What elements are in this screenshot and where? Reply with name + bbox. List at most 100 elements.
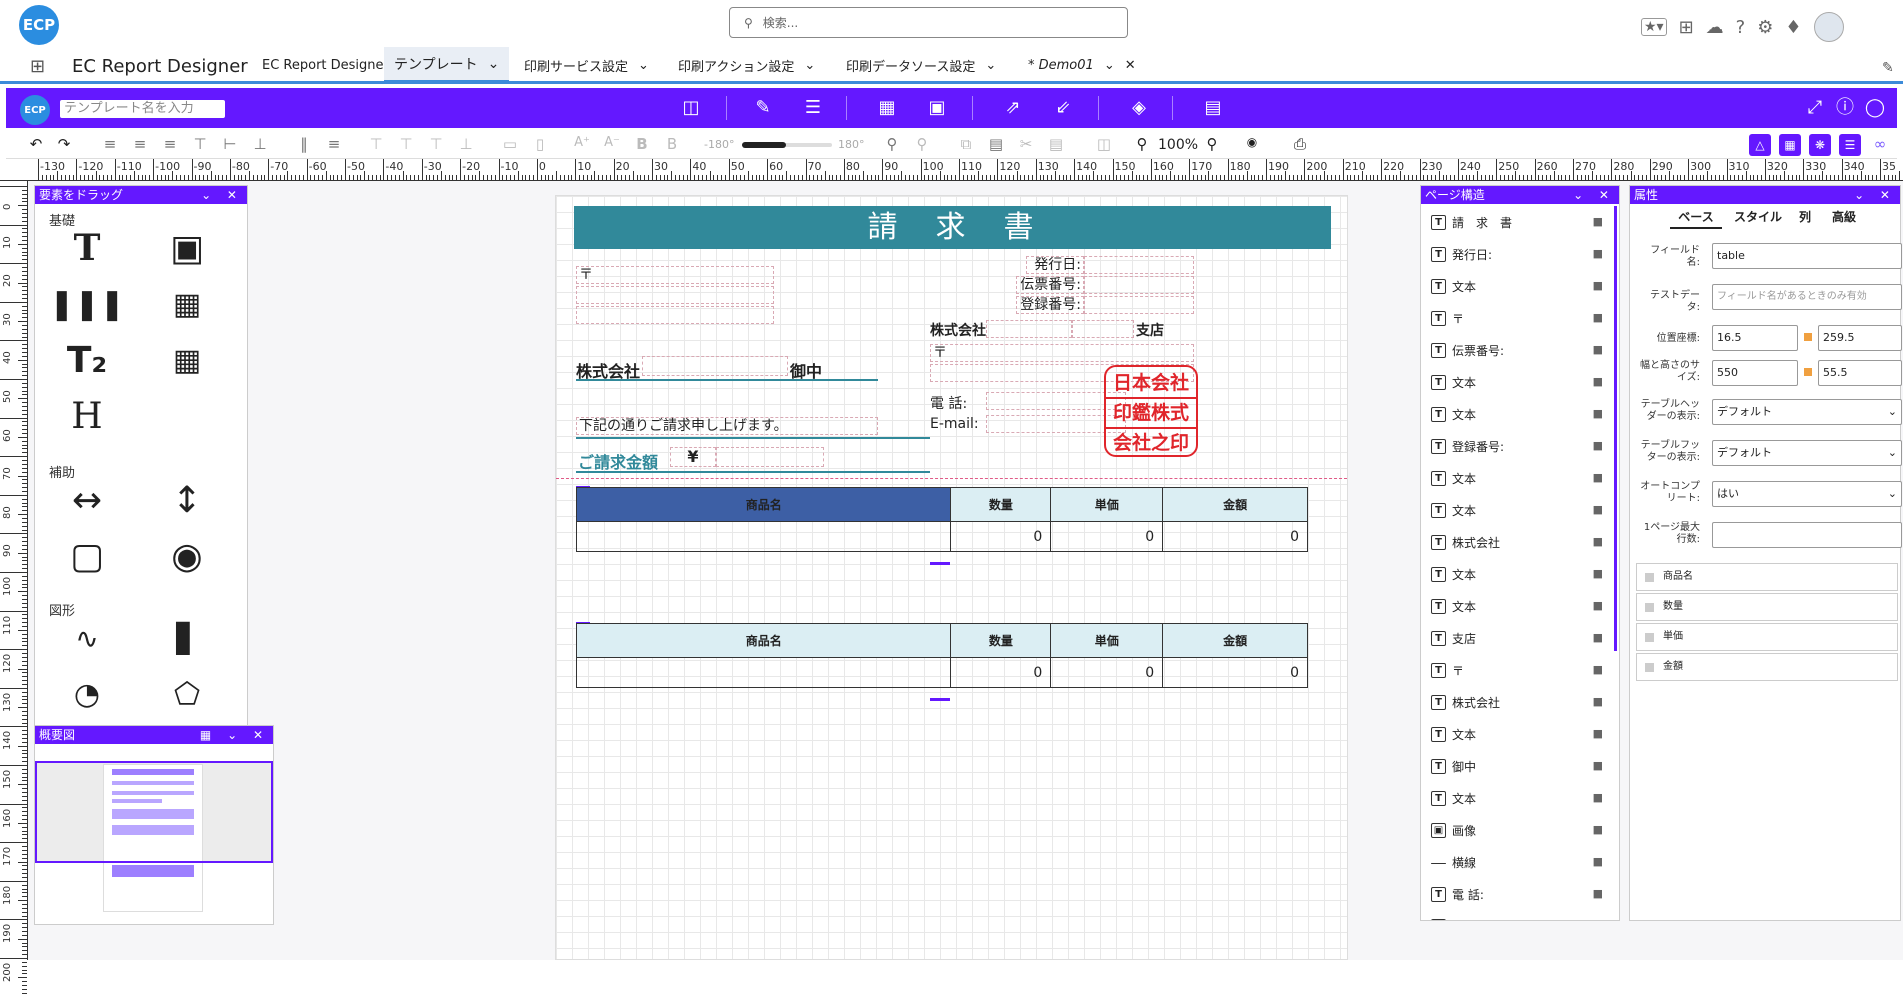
vertical-line-icon[interactable]: ↕ — [165, 478, 209, 522]
export-icon[interactable]: ⇗ — [1002, 97, 1024, 119]
structure-item[interactable]: ▣ 画像 ■ — [1421, 814, 1619, 846]
tab-print-datasource[interactable]: 印刷データソース設定 ⌄ — [836, 47, 1006, 83]
structure-item[interactable]: T 文本 ■ — [1421, 462, 1619, 494]
print-icon[interactable]: ⎙ — [1290, 135, 1310, 153]
qrcode-element-icon[interactable]: ▦ — [165, 282, 209, 326]
structure-item[interactable]: T 請 求 書 ■ — [1421, 206, 1619, 238]
grid-table-element-icon[interactable]: ▦ — [165, 338, 209, 382]
structure-item[interactable]: T 文本 ■ — [1421, 270, 1619, 302]
table-resize-handle[interactable] — [930, 562, 950, 565]
table-header-cell[interactable]: 金額 — [1162, 487, 1308, 522]
trash-icon[interactable]: ■ — [1593, 535, 1603, 548]
column-item[interactable]: 商品名 — [1636, 563, 1898, 591]
move-down-icon[interactable]: ⊤ — [426, 135, 446, 153]
image-element-icon[interactable]: ▣ — [165, 226, 209, 270]
company-right-field[interactable] — [986, 320, 1072, 338]
link-icon[interactable]: ∞ — [1870, 135, 1890, 153]
barcode-element-icon[interactable]: ❚❚❚ — [49, 282, 124, 326]
clipboard-icon[interactable]: ▤ — [1046, 135, 1066, 153]
width-input[interactable]: 550 — [1712, 360, 1798, 386]
distribute-h-icon[interactable]: ‖ — [294, 135, 314, 153]
gear-icon[interactable]: ⚙ — [1757, 17, 1773, 38]
table-cell[interactable]: 0 — [950, 657, 1052, 688]
trash-icon[interactable]: ■ — [1593, 599, 1603, 612]
trash-icon[interactable]: ■ — [1593, 919, 1603, 920]
issue-date-field[interactable] — [1084, 256, 1194, 274]
trash-icon[interactable]: ■ — [1593, 279, 1603, 292]
align-left-icon[interactable]: ≡ — [100, 135, 120, 153]
structure-item[interactable]: T 〒 ■ — [1421, 654, 1619, 686]
global-search-input[interactable]: ⚲ 検索... — [729, 7, 1128, 38]
postal-right[interactable]: 〒 — [930, 344, 1194, 362]
height-icon[interactable]: ▯ — [530, 135, 550, 153]
structure-item[interactable]: T 電 話: ■ — [1421, 878, 1619, 910]
structure-item[interactable]: T 〒 ■ — [1421, 302, 1619, 334]
email-label[interactable]: E-mail: — [930, 416, 979, 432]
field-name-input[interactable]: table — [1712, 243, 1902, 269]
structure-icon[interactable]: ❋ — [1809, 134, 1831, 156]
bold-icon[interactable]: B — [632, 135, 652, 153]
tab-report-designer[interactable]: EC Report Designer — [252, 47, 399, 83]
properties-icon[interactable]: ☰ — [1839, 134, 1861, 156]
detail-table-2[interactable]: 商品名 数量 単価 金額 0 0 0 — [575, 623, 1308, 688]
template-name-input[interactable]: テンプレート名を入力 — [60, 100, 225, 118]
trash-icon[interactable]: ■ — [1593, 855, 1603, 868]
table-header-cell[interactable]: 金額 — [1162, 623, 1308, 658]
help-icon[interactable]: ? — [1736, 17, 1746, 38]
trash-icon[interactable]: ■ — [1593, 311, 1603, 324]
tab-style[interactable]: スタイル — [1730, 207, 1786, 227]
company-stamp-image[interactable]: 日本会社 印鑑株式 会社之印 — [1104, 365, 1198, 457]
align-center-icon[interactable]: ≡ — [130, 135, 150, 153]
trash-icon[interactable]: ■ — [1593, 503, 1603, 516]
link-lock-icon[interactable] — [1804, 368, 1812, 376]
edit-pencil-icon[interactable]: ✎ — [1882, 60, 1894, 76]
message-text[interactable]: 下記の通りご請求申し上げます。 — [576, 417, 878, 435]
delete-icon[interactable]: ◫ — [1094, 135, 1114, 153]
branch-field[interactable] — [1072, 320, 1134, 338]
position-y-input[interactable]: 259.5 — [1818, 325, 1902, 351]
add-icon[interactable]: ⊞ — [1679, 17, 1694, 38]
trash-icon[interactable]: ■ — [1593, 887, 1603, 900]
font-bigger-icon[interactable]: A⁺ — [572, 135, 592, 150]
trash-icon[interactable]: ■ — [1593, 247, 1603, 260]
trash-icon[interactable]: ■ — [1593, 791, 1603, 804]
structure-item[interactable]: 横線 ■ — [1421, 846, 1619, 878]
address-left-2[interactable] — [576, 306, 774, 324]
tab-demo01[interactable]: * Demo01 ⌄ ✕ — [1018, 47, 1146, 83]
ecp-logo[interactable]: ECP — [19, 5, 59, 45]
list-icon[interactable]: ☰ — [802, 97, 824, 119]
structure-item[interactable]: T 文本 ■ — [1421, 558, 1619, 590]
structure-item[interactable]: T 文本 ■ — [1421, 494, 1619, 526]
bar-chart-icon[interactable]: ▋ — [165, 616, 209, 660]
trash-icon[interactable]: ■ — [1593, 695, 1603, 708]
table-cell[interactable] — [575, 521, 952, 552]
company-right-label[interactable]: 株式会社 — [930, 320, 986, 340]
import-icon[interactable]: ⇙ — [1052, 97, 1074, 119]
globe-icon[interactable]: ◯ — [1864, 97, 1886, 119]
table-cell[interactable]: 0 — [1050, 521, 1164, 552]
width-icon[interactable]: ▭ — [500, 135, 520, 153]
trash-icon[interactable]: ■ — [1593, 727, 1603, 740]
amount-label[interactable]: ご請求金額 — [578, 449, 658, 473]
max-rows-input[interactable] — [1712, 522, 1902, 548]
grid-toggle-icon[interactable]: ◉ — [1242, 135, 1262, 149]
tab-columns[interactable]: 列 — [1790, 207, 1820, 227]
align-top-icon[interactable]: ⊤ — [190, 135, 210, 153]
table-header-cell[interactable]: 単価 — [1050, 487, 1164, 522]
move-up-icon[interactable]: ⊤ — [396, 135, 416, 153]
table-icon[interactable]: ▦ — [876, 97, 898, 119]
table-header-cell[interactable]: 数量 — [950, 623, 1052, 658]
tab-advanced[interactable]: 高級 — [1824, 207, 1864, 227]
table-cell[interactable]: 0 — [1162, 657, 1308, 688]
card-icon[interactable]: ▣ — [926, 97, 948, 119]
structure-item[interactable]: T 株式会社 ■ — [1421, 526, 1619, 558]
trash-icon[interactable]: ■ — [1593, 439, 1603, 452]
column-item[interactable]: 金額 — [1636, 653, 1898, 681]
help-icon[interactable]: ⓘ — [1834, 97, 1856, 119]
trash-icon[interactable]: ■ — [1593, 567, 1603, 580]
autocomplete-select[interactable]: はい ⌄ — [1712, 481, 1902, 507]
postal-left[interactable]: 〒 — [576, 266, 774, 284]
align-bottom-icon[interactable]: ⊥ — [250, 135, 270, 153]
zoom-in-icon[interactable]: ⚲ — [1202, 135, 1222, 153]
structure-item[interactable]: T 文本 ■ — [1421, 910, 1619, 920]
